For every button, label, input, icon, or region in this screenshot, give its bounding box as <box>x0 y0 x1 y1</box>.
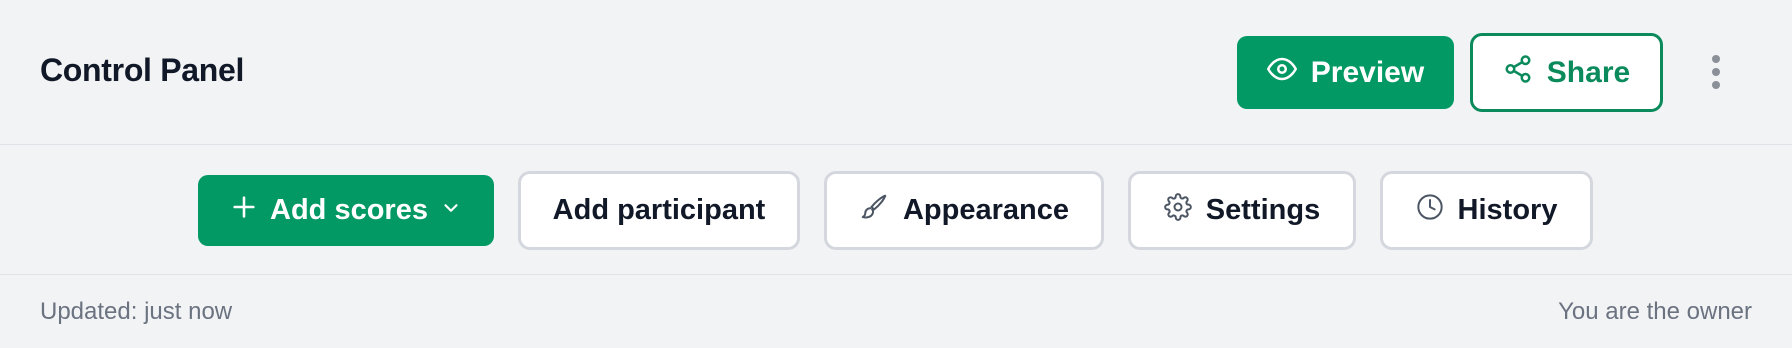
add-participant-button-label: Add participant <box>552 194 766 226</box>
gear-icon <box>1164 192 1192 229</box>
appearance-button-label: Appearance <box>902 194 1069 226</box>
add-scores-button-label: Add scores <box>270 194 428 226</box>
history-button-label: History <box>1457 194 1558 226</box>
page-title: Control Panel <box>40 52 245 88</box>
more-vertical-icon-dot <box>1712 81 1720 89</box>
share-button[interactable]: Share <box>1470 33 1663 112</box>
appearance-button[interactable]: Appearance <box>824 171 1104 250</box>
preview-button[interactable]: Preview <box>1237 36 1454 109</box>
add-scores-button[interactable]: Add scores <box>198 175 494 246</box>
share-icon <box>1503 54 1533 92</box>
header-bar: Control Panel Preview Share <box>0 0 1792 145</box>
more-vertical-icon-dot <box>1712 68 1720 76</box>
settings-button-label: Settings <box>1205 194 1321 226</box>
add-participant-button[interactable]: Add participant <box>518 171 800 250</box>
share-button-label: Share <box>1546 55 1631 89</box>
chevron-down-icon <box>440 194 462 227</box>
status-footer: Updated: just now You are the owner <box>0 275 1792 348</box>
paintbrush-icon <box>859 192 889 230</box>
plus-icon <box>230 193 258 229</box>
history-button[interactable]: History <box>1380 171 1593 250</box>
settings-button[interactable]: Settings <box>1128 171 1356 250</box>
ownership-text: You are the owner <box>1558 298 1752 325</box>
preview-button-label: Preview <box>1310 55 1425 89</box>
more-options-button[interactable] <box>1700 50 1732 94</box>
clock-icon <box>1416 193 1444 229</box>
eye-icon <box>1266 54 1297 92</box>
last-updated-text: Updated: just now <box>40 298 233 325</box>
more-vertical-icon-dot <box>1712 55 1720 63</box>
action-toolbar: Add scores Add participant Appearance Se… <box>0 145 1792 275</box>
